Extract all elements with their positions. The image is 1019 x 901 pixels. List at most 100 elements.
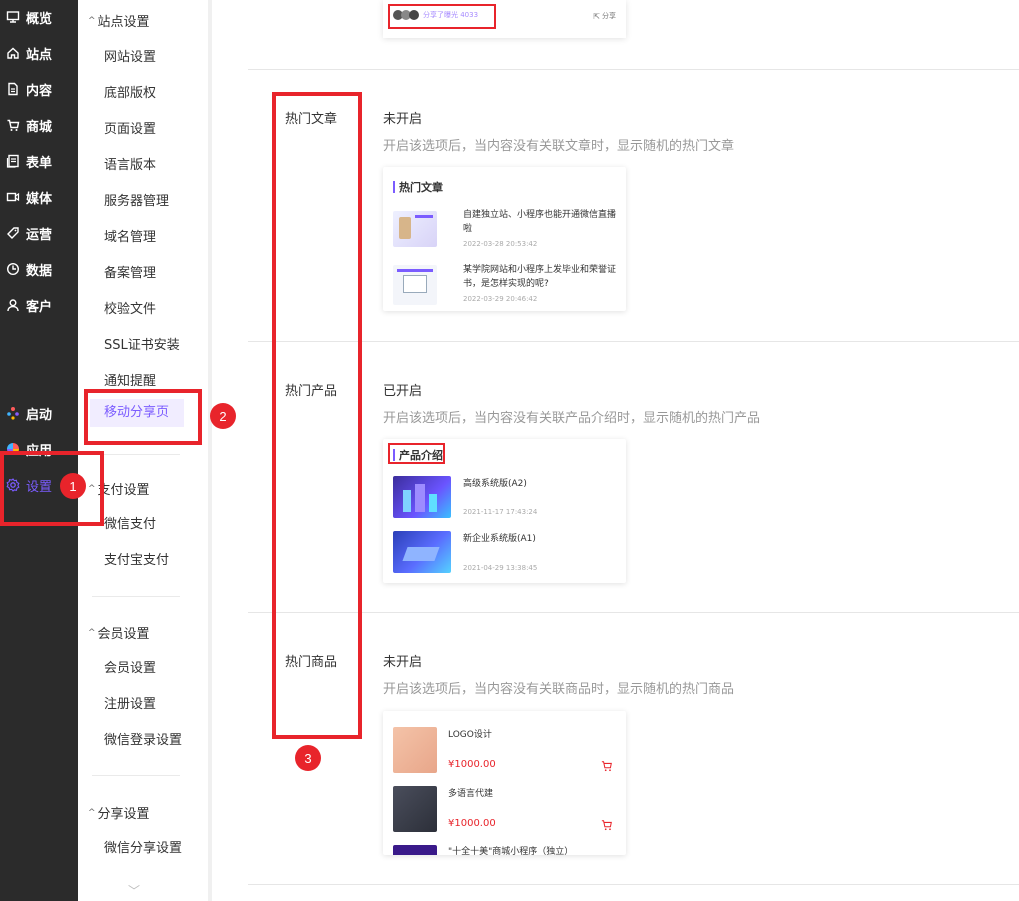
cart-icon [6, 118, 20, 132]
menu-footer-copyright[interactable]: 底部版权 [104, 82, 156, 101]
nav-item-site[interactable]: 站点 [0, 41, 78, 65]
media-icon [6, 190, 20, 204]
submenu-divider [208, 0, 212, 901]
menu-page-settings[interactable]: 页面设置 [104, 118, 156, 137]
chevron-down-icon[interactable]: ﹀ [128, 882, 140, 899]
menu-icp-management[interactable]: 备案管理 [104, 262, 156, 281]
article-thumbnail [393, 211, 437, 247]
goods-thumbnail [393, 727, 437, 773]
share-label: 分享 [602, 12, 616, 20]
group-member-settings[interactable]: ^ 会员设置 [88, 623, 150, 642]
chevron-up-icon: ^ [88, 15, 96, 26]
menu-website-settings[interactable]: 网站设置 [104, 46, 156, 65]
annotation-box-mobile-share [84, 389, 202, 445]
nav-label: 客户 [26, 299, 53, 315]
product-title[interactable]: 高级系统版(A2) [463, 477, 621, 491]
nav-label: 商城 [26, 119, 53, 135]
section-divider [248, 884, 1019, 885]
nav-item-operation[interactable]: 运营 [0, 221, 78, 245]
chevron-up-icon: ^ [88, 627, 96, 638]
document-icon [6, 82, 20, 96]
group-label: 支付设置 [97, 483, 150, 498]
nav-item-mall[interactable]: 商城 [0, 113, 78, 137]
form-icon [6, 154, 20, 168]
nav-item-content[interactable]: 内容 [0, 77, 78, 101]
menu-language-version[interactable]: 语言版本 [104, 154, 156, 173]
share-icon: ⇱ [593, 11, 600, 21]
group-label: 分享设置 [97, 807, 150, 822]
user-icon [6, 298, 20, 312]
chart-pie-icon [6, 262, 20, 276]
chevron-up-icon: ^ [88, 807, 96, 818]
card-title: 热门文章 [399, 181, 443, 194]
menu-divider [92, 454, 180, 455]
article-title[interactable]: 自建独立站、小程序也能开通微信直播啦 [463, 208, 621, 236]
nav-label: 概览 [26, 11, 53, 27]
nav-label: 运营 [26, 227, 53, 243]
status-hot-products[interactable]: 已开启 [383, 380, 422, 399]
menu-notifications[interactable]: 通知提醒 [104, 370, 156, 389]
desc-hot-products: 开启该选项后，当内容没有关联产品介绍时，显示随机的热门产品 [383, 411, 761, 426]
card-header: 热门文章 [393, 179, 443, 195]
goods-title[interactable]: "十全十美"商城小程序（独立） [448, 845, 606, 855]
group-label: 会员设置 [97, 627, 150, 642]
tag-icon [6, 226, 20, 240]
menu-alipay[interactable]: 支付宝支付 [104, 549, 169, 568]
goods-title[interactable]: 多语言代建 [448, 787, 606, 801]
cart-icon[interactable] [601, 757, 613, 776]
annotation-box-card-title [388, 443, 445, 464]
menu-register-settings[interactable]: 注册设置 [104, 693, 156, 712]
group-share-settings[interactable]: ^ 分享设置 [88, 803, 150, 822]
status-hot-articles[interactable]: 未开启 [383, 108, 422, 127]
cart-icon[interactable] [601, 816, 613, 835]
group-site-settings[interactable]: ^ 站点设置 [88, 11, 150, 30]
article-thumbnail [393, 265, 437, 305]
goods-thumbnail [393, 845, 437, 855]
annotation-badge-2: 2 [210, 403, 236, 429]
section-divider [248, 612, 1019, 613]
nav-item-form[interactable]: 表单 [0, 149, 78, 173]
annotation-box-settings [0, 451, 104, 526]
annotation-badge-3: 3 [295, 745, 321, 771]
menu-verify-file[interactable]: 校验文件 [104, 298, 156, 317]
section-divider [248, 69, 1019, 70]
nav-item-customer[interactable]: 客户 [0, 293, 78, 317]
section-divider [248, 341, 1019, 342]
monitor-icon [6, 10, 20, 24]
article-title[interactable]: 某学院网站和小程序上发毕业和荣誉证书，是怎样实现的呢? [463, 263, 621, 291]
menu-wechat-share[interactable]: 微信分享设置 [104, 837, 182, 856]
product-thumbnail [393, 476, 451, 518]
nav-item-data[interactable]: 数据 [0, 257, 78, 281]
annotation-box-row-labels [272, 92, 362, 739]
nav-item-launch[interactable]: 启动 [0, 401, 78, 425]
article-date: 2022-03-28 20:53:42 [463, 240, 538, 248]
menu-wechat-pay[interactable]: 微信支付 [104, 513, 156, 532]
goods-title[interactable]: LOGO设计 [448, 728, 606, 742]
menu-ssl-install[interactable]: SSL证书安装 [104, 334, 180, 353]
desc-hot-goods: 开启该选项后，当内容没有关联商品时，显示随机的热门商品 [383, 682, 735, 697]
goods-price: ¥1000.00 [448, 759, 496, 770]
product-date: 2021-04-29 13:38:45 [463, 564, 538, 572]
menu-wechat-login[interactable]: 微信登录设置 [104, 729, 182, 748]
annotation-badge-1: 1 [60, 473, 86, 499]
article-date: 2022-03-29 20:46:42 [463, 295, 538, 303]
status-hot-goods[interactable]: 未开启 [383, 651, 422, 670]
menu-divider [92, 775, 180, 776]
launch-icon [6, 406, 20, 420]
menu-domain-management[interactable]: 域名管理 [104, 226, 156, 245]
nav-item-media[interactable]: 媒体 [0, 185, 78, 209]
goods-price: ¥1000.00 [448, 818, 496, 829]
nav-label: 数据 [26, 263, 53, 279]
goods-thumbnail [393, 786, 437, 832]
share-link[interactable]: ⇱ 分享 [593, 11, 616, 21]
product-title[interactable]: 新企业系统版(A1) [463, 532, 621, 546]
nav-label: 媒体 [26, 191, 53, 207]
product-date: 2021-11-17 17:43:24 [463, 508, 538, 516]
accent-bar [393, 181, 395, 193]
product-thumbnail [393, 531, 451, 573]
nav-label: 站点 [26, 47, 53, 63]
nav-item-overview[interactable]: 概览 [0, 5, 78, 29]
annotation-box-share-count [388, 4, 496, 29]
menu-member-settings[interactable]: 会员设置 [104, 657, 156, 676]
menu-server-management[interactable]: 服务器管理 [104, 190, 169, 209]
